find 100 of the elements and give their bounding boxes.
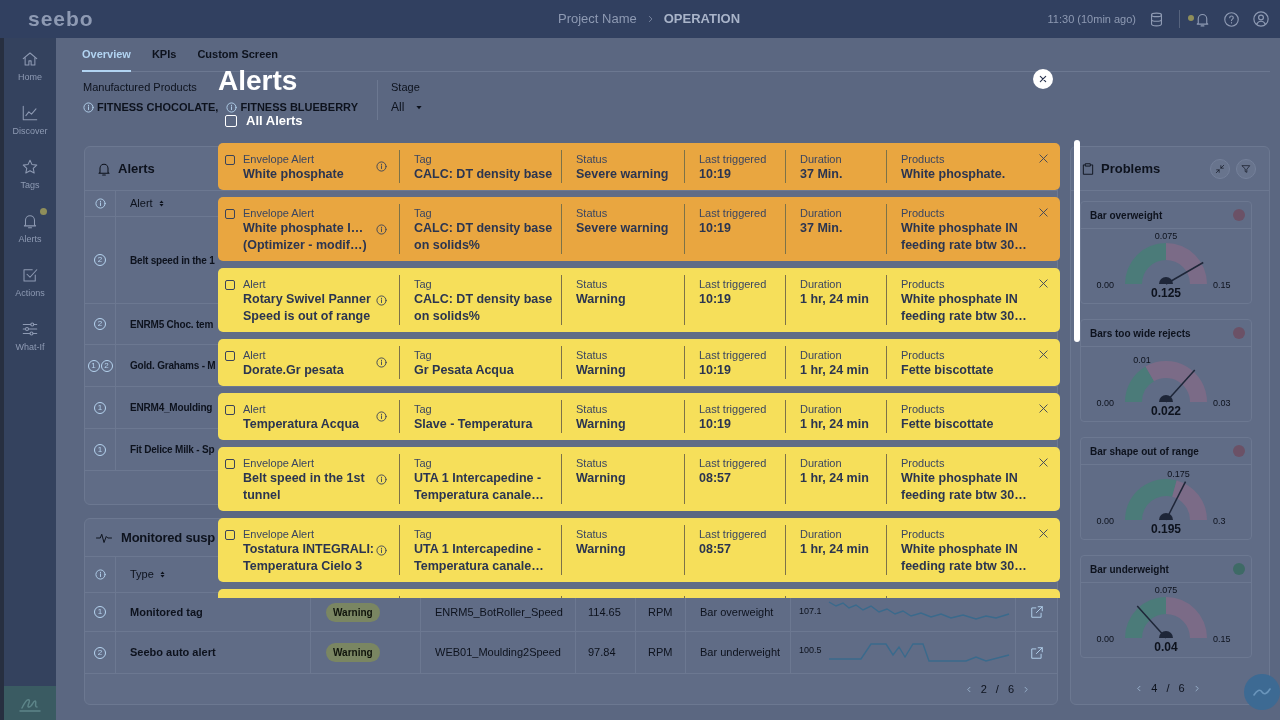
close-icon[interactable]: [1038, 207, 1049, 218]
info-icon[interactable]: [376, 294, 387, 306]
field-label: Duration: [800, 456, 842, 470]
scrollbar-thumb[interactable]: [1074, 140, 1080, 342]
close-icon[interactable]: [1038, 403, 1049, 414]
select-all-checkbox[interactable]: [225, 115, 237, 127]
field-label: Products: [901, 152, 945, 166]
gauge-value: 0.125: [1151, 287, 1181, 300]
close-icon: [1039, 75, 1047, 83]
field-label: Duration: [800, 277, 842, 291]
tab[interactable]: Overview: [82, 48, 131, 72]
column-header[interactable]: Type: [130, 566, 154, 583]
field-value: UTA 1 Intercapedine - Temperatura canale…: [414, 470, 544, 504]
sidebar-item[interactable]: Tags: [4, 146, 56, 200]
close-icon[interactable]: [1038, 153, 1049, 164]
project-name[interactable]: Project Name: [557, 9, 637, 29]
alert-type: Alert: [243, 348, 266, 362]
filter-icon: [1241, 163, 1251, 174]
suspect-type: Seebo auto alert: [130, 645, 216, 661]
alert-name: Tostatura INTEGRALI: Temperatura Cielo 3: [243, 541, 375, 575]
tick-label: 0.00: [1096, 516, 1114, 527]
info-icon[interactable]: [376, 161, 387, 172]
info-icon[interactable]: [376, 223, 387, 235]
row-checkbox[interactable]: [225, 351, 235, 361]
alert-name: Rotary Swivel Panner Speed is out of range: [243, 291, 371, 325]
row-checkbox[interactable]: [225, 209, 235, 219]
external-link-icon[interactable]: [1029, 645, 1044, 660]
gauge-alert-arc: [1172, 480, 1207, 520]
field-label: Duration: [800, 402, 842, 416]
stage-dropdown[interactable]: All: [391, 100, 424, 114]
sort-icon[interactable]: [157, 199, 165, 208]
info-icon: [83, 101, 94, 113]
checkbox-icon: [21, 266, 39, 284]
column-header[interactable]: Alert: [130, 195, 153, 212]
field-value: Gr Pesata Acqua: [414, 362, 514, 379]
field-value: 1 hr, 24 min: [800, 470, 869, 487]
user-icon[interactable]: [1252, 10, 1270, 28]
product-name: FITNESS CHOCOLATE,: [97, 99, 219, 115]
chevron-right-icon: [646, 14, 654, 24]
sidebar-item[interactable]: Actions: [4, 254, 56, 308]
field-value: 10:19: [699, 220, 731, 237]
info-icon[interactable]: [376, 473, 387, 485]
field-label: Tag: [414, 456, 432, 470]
close-button[interactable]: [1033, 69, 1053, 89]
panel-title: Alerts: [118, 159, 155, 178]
field-label: Last triggered: [699, 456, 767, 470]
tag-name: ENRM5_BotRoller_Speed: [435, 604, 563, 620]
row-checkbox[interactable]: [225, 459, 235, 469]
close-icon[interactable]: [1038, 528, 1049, 539]
row-checkbox[interactable]: [225, 155, 235, 165]
gauge-needle: [1159, 261, 1204, 285]
field-label: Status: [576, 527, 608, 541]
info-icon: [94, 569, 106, 580]
info-icon[interactable]: [376, 411, 387, 422]
field-value: 1 hr, 24 min: [800, 541, 869, 558]
field-value: 1 hr, 24 min: [800, 291, 869, 308]
field-label: Status: [576, 277, 608, 291]
field-value: Warning: [576, 541, 626, 558]
field-value: Slave - Temperatura: [414, 416, 533, 433]
field-value: 1 hr, 24 min: [800, 362, 869, 379]
sidebar-item[interactable]: What-If: [4, 308, 56, 362]
row-checkbox[interactable]: [225, 280, 235, 290]
sidebar-item[interactable]: Alerts: [4, 200, 56, 254]
shrink-button[interactable]: [1210, 158, 1230, 179]
info-icon[interactable]: [376, 357, 387, 368]
info-icon[interactable]: [376, 544, 387, 556]
trend-label: 107.1: [799, 606, 822, 617]
field-value: White phosphate IN feeding rate btw 30…: [901, 470, 1027, 504]
external-link-icon[interactable]: [1029, 605, 1044, 619]
clipboard-icon: [1081, 161, 1095, 176]
sort-icon[interactable]: [158, 570, 166, 579]
database-icon[interactable]: [1148, 10, 1165, 28]
close-icon[interactable]: [1038, 278, 1049, 289]
field-value: Warning: [576, 291, 626, 308]
row-checkbox[interactable]: [225, 405, 235, 415]
field-value: 1 hr, 24 min: [800, 416, 869, 433]
gauge-alert-arc: [1145, 361, 1207, 402]
help-icon[interactable]: [1223, 10, 1240, 28]
field-label: Last triggered: [699, 527, 767, 541]
field-value: 08:57: [699, 470, 731, 487]
logo-tile-icon[interactable]: [4, 686, 56, 720]
tab[interactable]: KPIs: [151, 48, 177, 72]
field-label: Last triggered: [699, 402, 767, 416]
sidebar-item[interactable]: Home: [4, 38, 56, 92]
tick-label: 0.15: [1213, 280, 1231, 291]
filter-button[interactable]: [1236, 158, 1256, 179]
gauge-safe-arc: [1125, 479, 1177, 520]
field-label: Tag: [414, 206, 432, 220]
tick-label: 0.00: [1096, 634, 1114, 645]
close-icon[interactable]: [1038, 457, 1049, 468]
row-checkbox[interactable]: [225, 530, 235, 540]
bell-icon: [21, 212, 39, 230]
field-value: Warning: [576, 470, 626, 487]
field-label: Last triggered: [699, 152, 767, 166]
field-label: Products: [901, 277, 945, 291]
field-value: Warning: [576, 416, 626, 433]
close-icon[interactable]: [1038, 349, 1049, 360]
field-label: Status: [576, 206, 608, 220]
sidebar-item[interactable]: Discover: [4, 92, 56, 146]
unit: RPM: [648, 604, 673, 620]
